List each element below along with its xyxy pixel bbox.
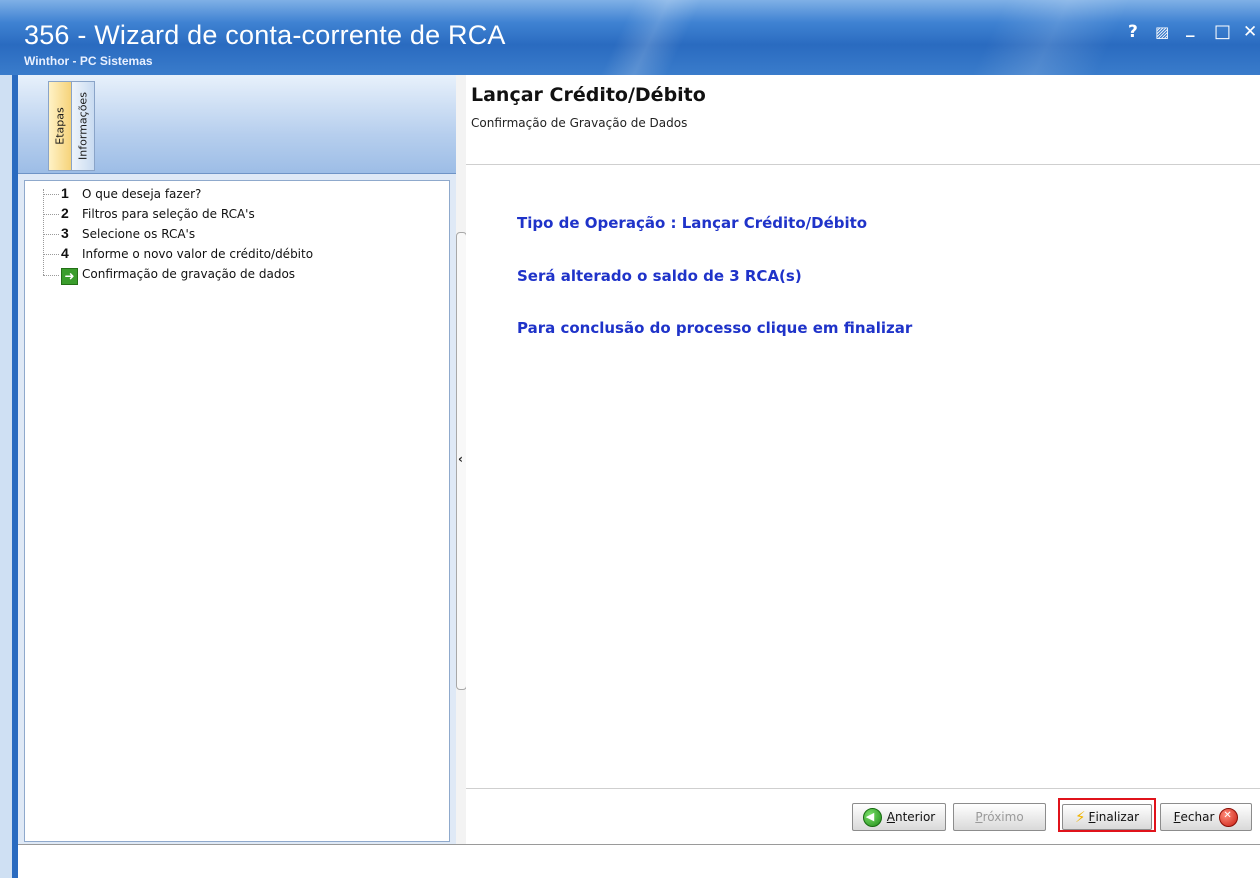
anterior-label: nterior (894, 810, 936, 824)
collapse-left-icon[interactable]: ‹ (458, 452, 463, 466)
tree-branch (43, 254, 59, 255)
anterior-accel: A (886, 810, 895, 824)
step-item-2[interactable]: Filtros para seleção de RCA's (82, 207, 255, 221)
proximo-button[interactable]: Próximo (953, 803, 1046, 831)
back-arrow-icon (862, 807, 882, 827)
step-item-5-current[interactable]: Confirmação de gravação de dados (82, 267, 295, 281)
conclusion-instruction-text: Para conclusão do processo clique em fin… (517, 319, 913, 337)
page-title: Lançar Crédito/Débito (471, 84, 706, 106)
operation-type-text: Tipo de Operação : Lançar Crédito/Débito (517, 214, 868, 232)
footer-divider (466, 788, 1260, 789)
help-icon[interactable]: ? (1128, 22, 1138, 42)
vertical-tab-strip: Etapas Informações (18, 75, 456, 174)
tab-etapas[interactable]: Etapas (48, 81, 72, 171)
page-subtitle: Confirmação de Gravação de Dados (471, 116, 688, 130)
fechar-accel: F (1173, 810, 1181, 824)
proximo-accel: P (975, 810, 983, 824)
maximize-icon[interactable]: □ (1214, 21, 1231, 42)
proximo-label: róximo (982, 810, 1024, 824)
rca-count-text: Será alterado o saldo de 3 RCA(s) (517, 267, 802, 285)
green-arrow-icon: ➜ (61, 268, 78, 285)
window-subtitle: Winthor - PC Sistemas (24, 54, 153, 68)
tree-connector (43, 189, 44, 275)
step-number: 1 (61, 185, 69, 201)
title-bar: 356 - Wizard de conta-corrente de RCA Wi… (0, 0, 1260, 75)
right-panel (466, 75, 1260, 844)
red-close-icon (1219, 807, 1239, 827)
tree-branch (43, 214, 59, 215)
tree-branch (43, 275, 59, 276)
steps-tree: 1 O que deseja fazer? 2 Filtros para sel… (24, 180, 450, 842)
fechar-button[interactable]: Fechar (1160, 803, 1252, 831)
tree-branch (43, 234, 59, 235)
step-number: 3 (61, 225, 69, 241)
tab-etapas-label: Etapas (53, 107, 67, 145)
window-title: 356 - Wizard de conta-corrente de RCA (24, 20, 506, 50)
step-item-3[interactable]: Selecione os RCA's (82, 227, 195, 241)
step-number: 2 (61, 205, 69, 221)
step-item-1[interactable]: O que deseja fazer? (82, 187, 201, 201)
step-number: 4 (61, 245, 69, 261)
tree-branch (43, 194, 59, 195)
finalizar-highlight-box (1058, 798, 1156, 832)
restore-icon[interactable]: ▨ (1155, 23, 1169, 41)
anterior-button[interactable]: Anterior (852, 803, 946, 831)
status-bar (18, 844, 1260, 879)
step-item-4[interactable]: Informe o novo valor de crédito/débito (82, 247, 313, 261)
close-icon[interactable]: ✕ (1243, 22, 1257, 42)
fechar-label: echar (1180, 810, 1215, 824)
header-divider (466, 164, 1260, 165)
tab-informacoes-label: Informações (76, 92, 90, 160)
tab-informacoes[interactable]: Informações (71, 81, 95, 171)
minimize-icon[interactable]: _ (1186, 18, 1195, 38)
